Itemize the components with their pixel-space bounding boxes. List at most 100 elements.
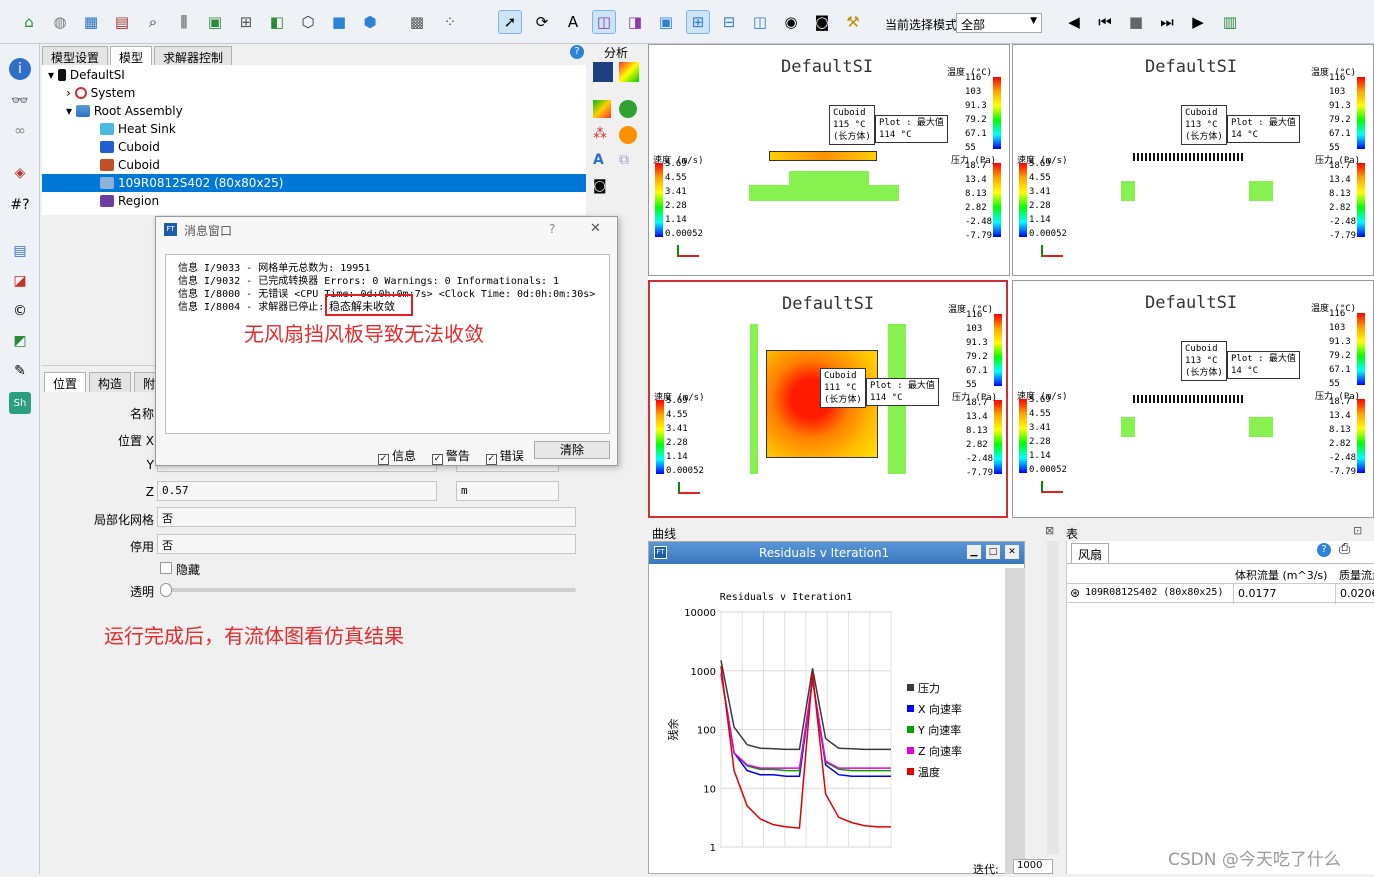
contour-icon[interactable] [593,100,611,118]
help-button[interactable]: ? [549,222,555,236]
skip-forward-icon[interactable]: ⏭ [1155,10,1179,34]
curve-panel-close-icon[interactable]: ⊠ [1045,524,1054,537]
grid-icon[interactable]: ▣ [203,10,227,34]
iter-field[interactable]: 1000 [1013,859,1053,874]
scatter-icon[interactable]: ⁘ [438,10,462,34]
chart-icon[interactable]: ▦ [79,10,103,34]
table-row[interactable]: ⊛ 109R0812S402 (80x80x25) 0.0177 0.0206 [1067,583,1374,604]
rotate-icon[interactable]: ⟳ [530,10,554,34]
tree-item-fan[interactable]: 109R0812S402 (80x80x25) [42,174,586,192]
flow-icon[interactable] [619,100,637,118]
info-checkbox[interactable]: ✓ [378,454,389,465]
label-icon[interactable]: A [593,152,611,170]
play-back-icon[interactable]: ◀ [1062,10,1086,34]
z-field[interactable]: 0.57 [157,481,437,501]
analysis-icon-2[interactable] [619,62,639,82]
tree-item-root-assembly[interactable]: ▾ Root Assembly [66,102,183,120]
local-mesh-field[interactable]: 否 [157,507,576,527]
wire-cube-icon[interactable]: ⬡ [296,10,320,34]
hidden-checkbox[interactable] [160,562,172,574]
layout-v-icon[interactable]: ◫ [748,10,772,34]
component-icon[interactable]: ◈ [9,162,31,184]
clear-button[interactable]: 清除 [534,441,610,459]
maximize-icon[interactable]: □ [986,545,1000,559]
help-icon[interactable]: ? [1317,543,1331,557]
tab-attach[interactable]: 附 [134,372,156,392]
view-copy-icon[interactable]: ⧉ [619,152,637,170]
c-icon[interactable]: © [9,300,31,322]
minimize-icon[interactable]: ▁ [967,545,981,559]
tree-item-cuboid-1[interactable]: Cuboid [100,138,160,156]
velocity-plane [1249,181,1273,201]
film-icon[interactable]: ▥ [1218,10,1242,34]
eye-icon[interactable]: ◉ [779,10,803,34]
box-select-icon[interactable]: ◫ [592,10,616,34]
tab-model[interactable]: 模型 [110,46,153,66]
tab-fan[interactable]: 风扇 [1071,543,1110,563]
result-view-4[interactable]: DefaultSI 温度 (°C) 116 103 91.3 79.2 67.1 55 压力 (… [1012,280,1374,518]
sh-icon[interactable]: Sh [9,392,31,414]
chevron-down-icon: ▼ [1030,16,1037,26]
help-grid-icon[interactable]: #? [9,194,31,216]
tab-model-settings[interactable]: 模型设置 [42,46,109,66]
warning-checkbox[interactable]: ✓ [431,454,443,465]
stop-icon[interactable]: ■ [1124,10,1148,34]
analysis-icon-1[interactable] [593,62,613,82]
view-icon[interactable]: ▣ [654,10,678,34]
table-icon[interactable]: ▤ [9,240,31,262]
matrix-icon[interactable]: ▩ [405,10,429,34]
table-panel-float-icon[interactable]: ⊡ [1353,524,1362,537]
z-unit-field[interactable]: m [456,481,559,501]
close-icon[interactable]: ✕ [590,221,601,236]
glasses-outline-icon[interactable]: ∞ [9,120,31,142]
home-icon[interactable]: ⌂ [17,10,41,34]
face-icon[interactable]: ◨ [623,10,647,34]
tree-item-heat-sink[interactable]: Heat Sink [100,120,176,138]
scrollbar[interactable] [1005,568,1025,874]
error-checkbox[interactable]: ✓ [485,454,497,465]
close-icon[interactable]: ✕ [1005,545,1019,559]
particles-icon[interactable]: ⁂ [593,126,611,144]
result-view-1[interactable]: DefaultSI 温度 (°C) 116 103 91.3 79.2 67.1 55 压力 (… [648,44,1010,276]
tree-item-cuboid-2[interactable]: Cuboid [100,156,160,174]
tree-item-system[interactable]: › System [66,84,135,102]
play-icon[interactable]: ▶ [1186,10,1210,34]
tree-item-defaultsi[interactable]: ▾ DefaultSI [48,66,125,84]
camera-icon[interactable]: ◙ [810,10,834,34]
tab-position[interactable]: 位置 [44,372,87,392]
glasses-icon[interactable]: 👓 [9,90,31,112]
result-view-2[interactable]: DefaultSI 温度 (°C) 116 103 91.3 79.2 67.1 55 压力 (… [1012,44,1374,276]
solid-cube-icon[interactable]: ■ [327,10,351,34]
pen-icon[interactable]: ✎ [9,360,31,382]
tab-solver-control[interactable]: 求解器控制 [154,46,233,66]
result-view-3[interactable]: DefaultSI 温度 (°C) 116 103 91.3 79.2 67.1 55 压力 (… [648,280,1008,518]
tree-item-region[interactable]: Region [100,192,159,210]
tab-construction[interactable]: 构造 [89,372,132,392]
globe-icon[interactable]: ◍ [48,10,72,34]
select-mode-dropdown[interactable]: 全部 ▼ [956,13,1042,33]
layout4-icon[interactable]: ⊞ [686,10,710,34]
sliders-icon[interactable]: ⫼ [172,10,196,34]
layout-h-icon[interactable]: ⊟ [717,10,741,34]
result-icon[interactable]: ◩ [9,330,31,352]
align-icon[interactable]: ◧ [265,10,289,34]
disabled-field[interactable]: 否 [157,534,576,554]
table-scrollbar[interactable] [1047,541,1059,854]
chart2-icon[interactable]: ▤ [110,10,134,34]
text-icon[interactable]: A [561,10,585,34]
surface-icon[interactable] [619,126,637,144]
search-icon[interactable]: ⌕ [141,10,165,34]
export-icon[interactable]: ⎙ [1339,541,1350,557]
pointer-icon[interactable]: ➚ [498,10,522,34]
transparency-slider[interactable] [162,588,576,592]
help-icon[interactable]: ? [570,45,584,59]
record-icon[interactable]: ◙ [593,178,611,196]
tool-icon[interactable]: ⚒ [841,10,865,34]
tree-icon[interactable]: ⊞ [234,10,258,34]
info-icon[interactable]: i [9,58,31,80]
cube-outline-icon[interactable]: ⬢ [358,10,382,34]
transparency-slider-handle[interactable] [160,583,172,597]
plot-icon[interactable]: ◪ [9,270,31,292]
tree-item-label: System [90,86,136,100]
skip-back-icon[interactable]: ⏮ [1093,10,1117,34]
